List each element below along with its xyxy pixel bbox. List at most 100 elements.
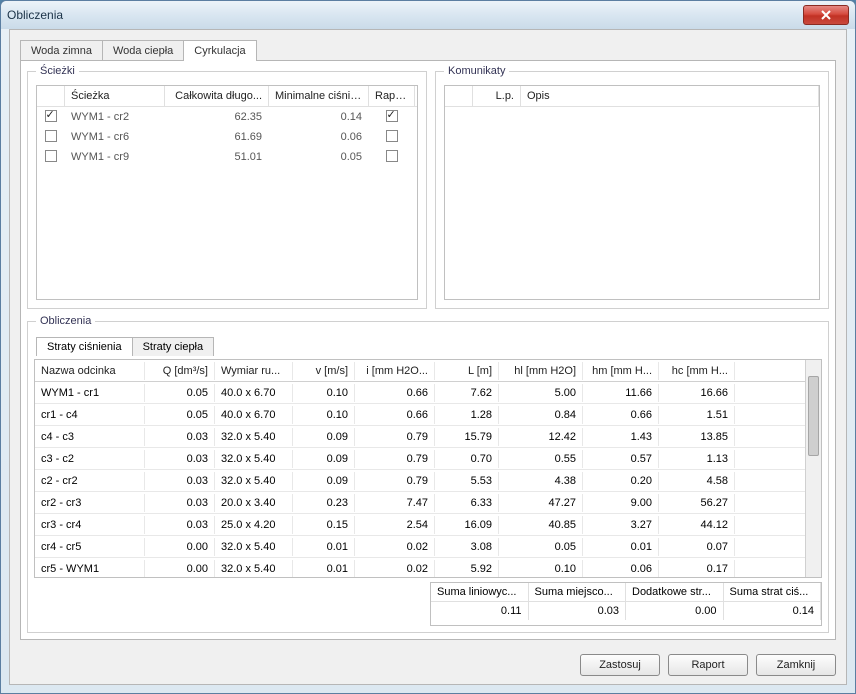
row-raport[interactable]: [369, 108, 415, 127]
col-hl[interactable]: hl [mm H2O]: [499, 362, 583, 380]
calc-row[interactable]: cr1 - c40.0540.0 x 6.700.100.661.280.840…: [35, 404, 805, 426]
cell-v: 0.09: [293, 428, 355, 446]
cell-dim: 32.0 x 5.40: [215, 560, 293, 578]
row-check[interactable]: [37, 128, 65, 147]
cell-hl: 47.27: [499, 494, 583, 512]
sum-col-2[interactable]: Suma miejsco...: [529, 583, 627, 601]
col-totlen[interactable]: Całkowita długo...: [165, 86, 269, 106]
raport-button[interactable]: Raport: [668, 654, 748, 676]
calc-row[interactable]: WYM1 - cr10.0540.0 x 6.700.100.667.625.0…: [35, 382, 805, 404]
calc-row[interactable]: c4 - c30.0332.0 x 5.400.090.7915.7912.42…: [35, 426, 805, 448]
sum-col-4[interactable]: Suma strat ciś...: [724, 583, 822, 601]
tab-woda-zimna[interactable]: Woda zimna: [20, 40, 103, 61]
calc-group: Obliczenia Straty ciśnienia Straty ciepł…: [27, 315, 829, 633]
paths-grid[interactable]: Ścieżka Całkowita długo... Minimalne ciś…: [36, 85, 418, 300]
sum-val-1: 0.11: [431, 602, 529, 620]
sum-col-1[interactable]: Suma liniowyc...: [431, 583, 529, 601]
window-frame: Obliczenia Woda zimna Woda ciepła Cyrkul…: [0, 0, 856, 694]
col-blank[interactable]: [445, 86, 473, 106]
col-lp[interactable]: L.p.: [473, 86, 521, 106]
cell-name: c4 - c3: [35, 428, 145, 446]
cell-hc: 1.51: [659, 406, 735, 424]
col-opis[interactable]: Opis: [521, 86, 819, 106]
row-raport[interactable]: [369, 148, 415, 167]
cell-L: 3.08: [435, 538, 499, 556]
scroll-thumb[interactable]: [808, 376, 819, 456]
col-i[interactable]: i [mm H2O...: [355, 362, 435, 380]
col-minp[interactable]: Minimalne ciśnie...: [269, 86, 369, 106]
row-raport[interactable]: [369, 128, 415, 147]
cell-L: 7.62: [435, 384, 499, 402]
cell-hl: 40.85: [499, 516, 583, 534]
cell-i: 0.66: [355, 406, 435, 424]
cell-i: 0.79: [355, 472, 435, 490]
calc-row[interactable]: cr2 - cr30.0320.0 x 3.400.237.476.3347.2…: [35, 492, 805, 514]
col-raport[interactable]: Raport: [369, 86, 415, 106]
calc-row[interactable]: c3 - c20.0332.0 x 5.400.090.790.700.550.…: [35, 448, 805, 470]
cell-hm: 0.06: [583, 560, 659, 578]
cell-q: 0.03: [145, 472, 215, 490]
tab-label: Woda ciepła: [113, 45, 173, 57]
sum-val-3: 0.00: [626, 602, 724, 620]
col-hc[interactable]: hc [mm H...: [659, 362, 735, 380]
vertical-scrollbar[interactable]: [805, 360, 821, 577]
calc-row[interactable]: cr4 - cr50.0032.0 x 5.400.010.023.080.05…: [35, 536, 805, 558]
checkbox-icon[interactable]: [45, 110, 57, 122]
col-dim[interactable]: Wymiar ru...: [215, 362, 293, 380]
checkbox-icon[interactable]: [386, 130, 398, 142]
close-dialog-button[interactable]: Zamknij: [756, 654, 836, 676]
checkbox-icon[interactable]: [386, 150, 398, 162]
tab-woda-ciepla[interactable]: Woda ciepła: [102, 40, 184, 61]
checkbox-icon[interactable]: [386, 110, 398, 122]
close-button[interactable]: [803, 5, 849, 25]
button-label: Zamknij: [777, 659, 816, 671]
cell-v: 0.01: [293, 560, 355, 578]
calc-grid[interactable]: Nazwa odcinkaQ [dm³/s]Wymiar ru...v [m/s…: [34, 359, 822, 578]
row-check[interactable]: [37, 108, 65, 127]
apply-button[interactable]: Zastosuj: [580, 654, 660, 676]
calc-row[interactable]: c2 - cr20.0332.0 x 5.400.090.795.534.380…: [35, 470, 805, 492]
tab-straty-ciepla[interactable]: Straty ciepła: [132, 337, 215, 356]
cell-name: cr1 - c4: [35, 406, 145, 424]
cell-name: cr5 - WYM1: [35, 560, 145, 578]
col-q[interactable]: Q [dm³/s]: [145, 362, 215, 380]
cell-v: 0.15: [293, 516, 355, 534]
col-hm[interactable]: hm [mm H...: [583, 362, 659, 380]
cell-dim: 20.0 x 3.40: [215, 494, 293, 512]
cell-v: 0.10: [293, 384, 355, 402]
cell-dim: 32.0 x 5.40: [215, 472, 293, 490]
titlebar[interactable]: Obliczenia: [1, 1, 855, 29]
cell-i: 2.54: [355, 516, 435, 534]
calc-row[interactable]: cr3 - cr40.0325.0 x 4.200.152.5416.0940.…: [35, 514, 805, 536]
cell-q: 0.03: [145, 516, 215, 534]
paths-row[interactable]: WYM1 - cr951.010.05: [37, 147, 417, 167]
cell-dim: 32.0 x 5.40: [215, 450, 293, 468]
cell-v: 0.10: [293, 406, 355, 424]
cell-i: 0.02: [355, 538, 435, 556]
row-minp: 0.06: [269, 129, 369, 145]
checkbox-icon[interactable]: [45, 130, 57, 142]
row-minp: 0.05: [269, 149, 369, 165]
paths-row[interactable]: WYM1 - cr661.690.06: [37, 127, 417, 147]
checkbox-icon[interactable]: [45, 150, 57, 162]
col-v[interactable]: v [m/s]: [293, 362, 355, 380]
button-bar: Zastosuj Raport Zamknij: [580, 654, 836, 676]
cell-L: 0.70: [435, 450, 499, 468]
cell-L: 16.09: [435, 516, 499, 534]
messages-grid[interactable]: L.p. Opis: [444, 85, 820, 300]
cell-L: 5.53: [435, 472, 499, 490]
tab-cyrkulacja[interactable]: Cyrkulacja: [183, 40, 256, 61]
col-name[interactable]: Nazwa odcinka: [35, 362, 145, 380]
col-path[interactable]: Ścieżka: [65, 86, 165, 106]
tab-straty-cisnienia[interactable]: Straty ciśnienia: [36, 337, 133, 356]
paths-row[interactable]: WYM1 - cr262.350.14: [37, 107, 417, 127]
paths-grid-head: Ścieżka Całkowita długo... Minimalne ciś…: [37, 86, 417, 107]
cell-hm: 9.00: [583, 494, 659, 512]
calc-row[interactable]: cr5 - WYM10.0032.0 x 5.400.010.025.920.1…: [35, 558, 805, 577]
row-check[interactable]: [37, 148, 65, 167]
cell-name: c3 - c2: [35, 450, 145, 468]
cell-hc: 0.17: [659, 560, 735, 578]
col-check[interactable]: [37, 86, 65, 106]
col-L[interactable]: L [m]: [435, 362, 499, 380]
sum-col-3[interactable]: Dodatkowe str...: [626, 583, 724, 601]
